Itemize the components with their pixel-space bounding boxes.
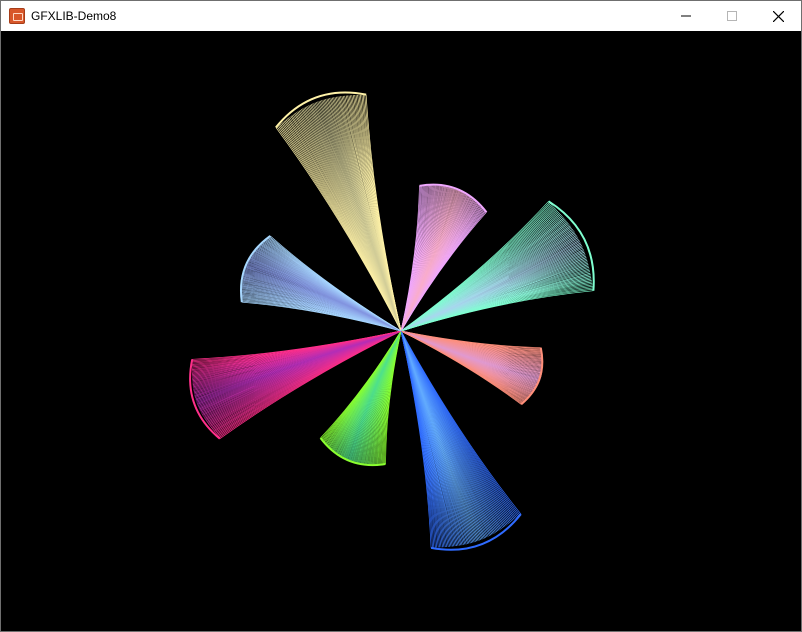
app-window: GFXLIB-Demo8 [0, 0, 802, 632]
maximize-icon [727, 11, 737, 21]
maximize-button[interactable] [709, 1, 755, 31]
window-controls [663, 1, 801, 31]
window-title: GFXLIB-Demo8 [31, 9, 117, 23]
flower-drawing [189, 91, 595, 551]
title-bar[interactable]: GFXLIB-Demo8 [1, 1, 801, 31]
close-icon [772, 10, 784, 22]
minimize-icon [681, 15, 691, 17]
close-button[interactable] [755, 1, 801, 31]
gfxlib-app-icon[interactable] [9, 8, 25, 24]
drawing-canvas[interactable] [1, 31, 801, 631]
minimize-button[interactable] [663, 1, 709, 31]
